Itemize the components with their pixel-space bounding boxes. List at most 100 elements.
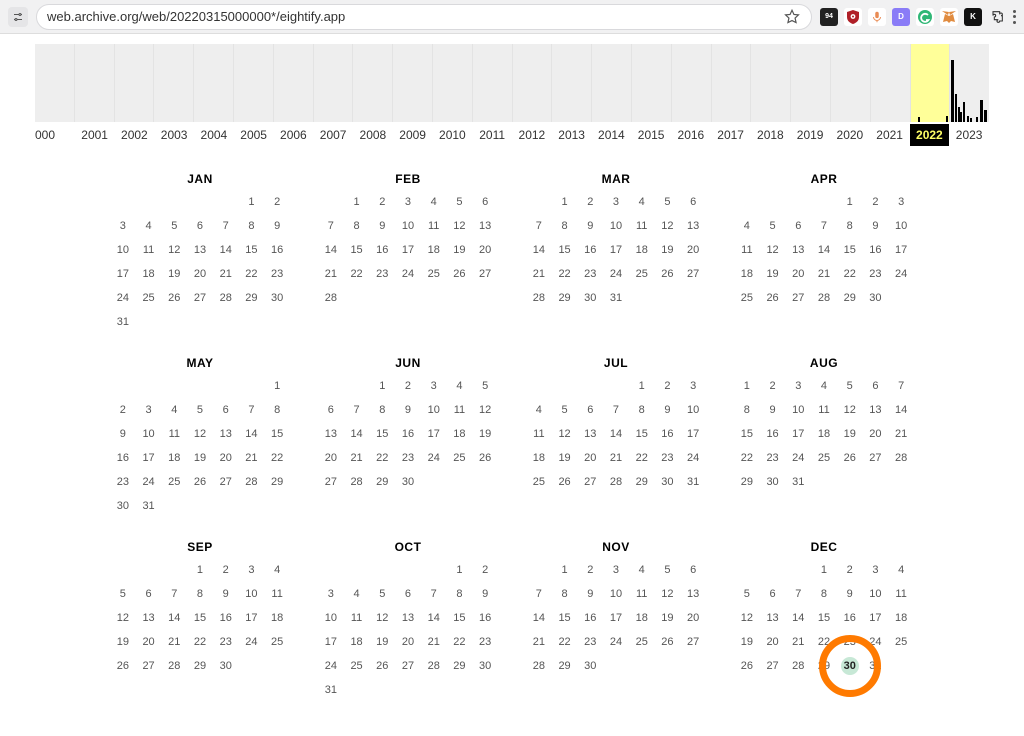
calendar-day[interactable]: 5 bbox=[655, 196, 681, 208]
calendar-day[interactable]: 25 bbox=[888, 636, 914, 648]
calendar-day[interactable]: 10 bbox=[603, 588, 629, 600]
calendar-day[interactable]: 15 bbox=[264, 428, 290, 440]
calendar-day[interactable]: 20 bbox=[680, 244, 706, 256]
calendar-day[interactable]: 25 bbox=[161, 476, 187, 488]
calendar-day[interactable]: 3 bbox=[680, 380, 706, 392]
calendar-day[interactable]: 5 bbox=[760, 220, 786, 232]
calendar-day[interactable]: 5 bbox=[552, 404, 578, 416]
calendar-day[interactable]: 4 bbox=[811, 380, 837, 392]
calendar-day[interactable]: 19 bbox=[552, 452, 578, 464]
calendar-day[interactable]: 29 bbox=[447, 660, 473, 672]
calendar-day[interactable]: 9 bbox=[837, 588, 863, 600]
calendar-day[interactable]: 26 bbox=[655, 268, 681, 280]
calendar-day[interactable]: 31 bbox=[863, 660, 889, 672]
calendar-day[interactable]: 27 bbox=[395, 660, 421, 672]
timeline-year-slot[interactable] bbox=[512, 44, 552, 122]
calendar-day[interactable]: 28 bbox=[785, 660, 811, 672]
calendar-day[interactable]: 30 bbox=[472, 660, 498, 672]
extension-metamask-icon[interactable] bbox=[940, 8, 958, 26]
calendar-day[interactable]: 15 bbox=[239, 244, 265, 256]
calendar-day[interactable]: 1 bbox=[344, 196, 370, 208]
calendar-day[interactable]: 16 bbox=[837, 612, 863, 624]
calendar-day[interactable]: 13 bbox=[187, 244, 213, 256]
calendar-day[interactable]: 18 bbox=[264, 612, 290, 624]
calendar-day[interactable]: 10 bbox=[136, 428, 162, 440]
calendar-day[interactable]: 10 bbox=[785, 404, 811, 416]
calendar-day[interactable]: 6 bbox=[577, 404, 603, 416]
calendar-day[interactable]: 7 bbox=[421, 588, 447, 600]
calendar-day[interactable]: 27 bbox=[213, 476, 239, 488]
calendar-day[interactable]: 17 bbox=[680, 428, 706, 440]
calendar-day[interactable]: 20 bbox=[213, 452, 239, 464]
calendar-day[interactable]: 2 bbox=[369, 196, 395, 208]
calendar-day[interactable]: 13 bbox=[395, 612, 421, 624]
timeline-year-label[interactable]: 2011 bbox=[472, 124, 512, 146]
calendar-day[interactable]: 8 bbox=[344, 220, 370, 232]
calendar-day[interactable]: 10 bbox=[421, 404, 447, 416]
calendar-day[interactable]: 13 bbox=[680, 220, 706, 232]
calendar-day[interactable]: 2 bbox=[395, 380, 421, 392]
calendar-day[interactable]: 11 bbox=[264, 588, 290, 600]
calendar-day[interactable]: 16 bbox=[110, 452, 136, 464]
timeline-year-label[interactable]: 2009 bbox=[393, 124, 433, 146]
timeline-year-slot[interactable] bbox=[631, 44, 671, 122]
calendar-day[interactable]: 13 bbox=[760, 612, 786, 624]
calendar-day[interactable]: 7 bbox=[811, 220, 837, 232]
calendar-day[interactable]: 30 bbox=[837, 660, 863, 672]
calendar-day[interactable]: 12 bbox=[447, 220, 473, 232]
timeline-year-slot[interactable] bbox=[114, 44, 154, 122]
calendar-day[interactable]: 18 bbox=[629, 244, 655, 256]
timeline-year-slot[interactable] bbox=[870, 44, 910, 122]
calendar-day[interactable]: 12 bbox=[369, 612, 395, 624]
timeline-year-slot[interactable] bbox=[432, 44, 472, 122]
calendar-day[interactable]: 12 bbox=[760, 244, 786, 256]
calendar-day[interactable]: 23 bbox=[760, 452, 786, 464]
calendar-day[interactable]: 6 bbox=[680, 564, 706, 576]
timeline-year-slot[interactable] bbox=[193, 44, 233, 122]
calendar-day[interactable]: 29 bbox=[837, 292, 863, 304]
calendar-day[interactable]: 3 bbox=[421, 380, 447, 392]
timeline-year-slot[interactable] bbox=[790, 44, 830, 122]
calendar-day[interactable]: 11 bbox=[629, 588, 655, 600]
calendar-day[interactable]: 13 bbox=[472, 220, 498, 232]
calendar-day[interactable]: 13 bbox=[680, 588, 706, 600]
calendar-day[interactable]: 25 bbox=[629, 636, 655, 648]
calendar-day[interactable]: 26 bbox=[734, 660, 760, 672]
calendar-day[interactable]: 7 bbox=[785, 588, 811, 600]
calendar-day[interactable]: 22 bbox=[239, 268, 265, 280]
calendar-day[interactable]: 15 bbox=[344, 244, 370, 256]
calendar-day[interactable]: 3 bbox=[110, 220, 136, 232]
timeline-year-slot[interactable] bbox=[830, 44, 870, 122]
calendar-day[interactable]: 21 bbox=[213, 268, 239, 280]
calendar-day[interactable]: 6 bbox=[760, 588, 786, 600]
calendar-day[interactable]: 28 bbox=[344, 476, 370, 488]
calendar-day[interactable]: 28 bbox=[239, 476, 265, 488]
calendar-day[interactable]: 22 bbox=[344, 268, 370, 280]
calendar-day[interactable]: 26 bbox=[837, 452, 863, 464]
calendar-day[interactable]: 30 bbox=[264, 292, 290, 304]
calendar-day[interactable]: 19 bbox=[110, 636, 136, 648]
calendar-day[interactable]: 27 bbox=[472, 268, 498, 280]
calendar-day[interactable]: 9 bbox=[213, 588, 239, 600]
calendar-day[interactable]: 2 bbox=[863, 196, 889, 208]
calendar-day[interactable]: 10 bbox=[239, 588, 265, 600]
calendar-day[interactable]: 4 bbox=[421, 196, 447, 208]
calendar-day[interactable]: 21 bbox=[318, 268, 344, 280]
calendar-day[interactable]: 28 bbox=[526, 660, 552, 672]
calendar-day[interactable]: 28 bbox=[213, 292, 239, 304]
calendar-day[interactable]: 9 bbox=[863, 220, 889, 232]
calendar-day[interactable]: 5 bbox=[187, 404, 213, 416]
calendar-day[interactable]: 2 bbox=[110, 404, 136, 416]
calendar-day[interactable]: 28 bbox=[526, 292, 552, 304]
timeline-year-slot[interactable] bbox=[273, 44, 313, 122]
calendar-day[interactable]: 26 bbox=[655, 636, 681, 648]
calendar-day[interactable]: 19 bbox=[760, 268, 786, 280]
calendar-day[interactable]: 20 bbox=[577, 452, 603, 464]
calendar-day[interactable]: 18 bbox=[811, 428, 837, 440]
calendar-day[interactable]: 4 bbox=[629, 564, 655, 576]
calendar-day[interactable]: 17 bbox=[603, 244, 629, 256]
calendar-day[interactable]: 27 bbox=[187, 292, 213, 304]
calendar-day[interactable]: 12 bbox=[110, 612, 136, 624]
calendar-day[interactable]: 7 bbox=[239, 404, 265, 416]
calendar-day[interactable]: 29 bbox=[811, 660, 837, 672]
